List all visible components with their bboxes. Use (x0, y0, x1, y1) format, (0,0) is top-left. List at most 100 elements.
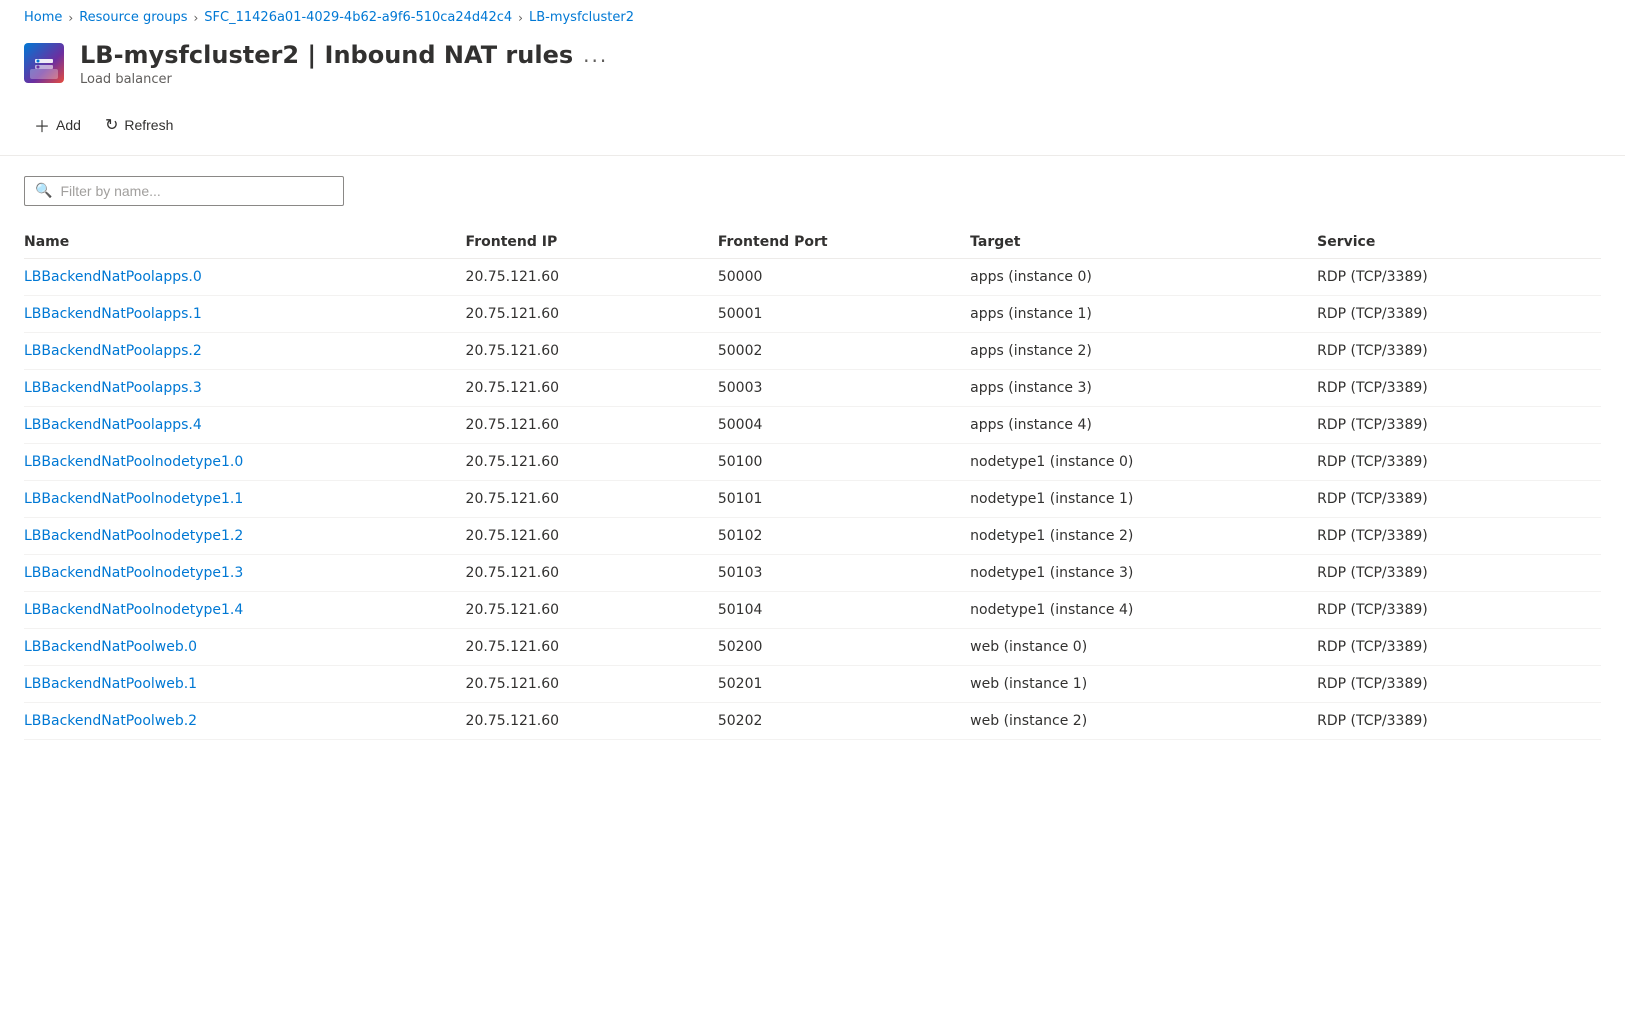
row-frontend-ip-cell: 20.75.121.60 (466, 332, 718, 369)
row-frontend-port-cell: 50003 (718, 369, 970, 406)
add-label: Add (56, 117, 81, 133)
row-service-cell: RDP (TCP/3389) (1317, 628, 1601, 665)
row-frontend-ip-cell: 20.75.121.60 (466, 480, 718, 517)
row-name-cell: LBBackendNatPoolnodetype1.4 (24, 591, 466, 628)
nat-rule-link[interactable]: LBBackendNatPoolnodetype1.1 (24, 491, 243, 507)
add-button[interactable]: ＋ Add (24, 107, 91, 143)
row-name-cell: LBBackendNatPoolnodetype1.0 (24, 443, 466, 480)
row-name-cell: LBBackendNatPoolweb.0 (24, 628, 466, 665)
table-row: LBBackendNatPoolapps.3 20.75.121.6050003a… (24, 369, 1601, 406)
row-frontend-port-cell: 50104 (718, 591, 970, 628)
refresh-icon: ↻ (105, 115, 118, 135)
row-target-cell: apps (instance 0) (970, 258, 1317, 295)
search-icon: 🔍 (35, 183, 52, 199)
nat-rule-link[interactable]: LBBackendNatPoolweb.2 (24, 713, 197, 729)
row-service-cell: RDP (TCP/3389) (1317, 443, 1601, 480)
row-service-cell: RDP (TCP/3389) (1317, 480, 1601, 517)
row-name-cell: LBBackendNatPoolapps.0 (24, 258, 466, 295)
table-row: LBBackendNatPoolapps.0 20.75.121.6050000a… (24, 258, 1601, 295)
table-row: LBBackendNatPoolweb.1 20.75.121.6050201we… (24, 665, 1601, 702)
table-row: LBBackendNatPoolweb.020.75.121.6050200we… (24, 628, 1601, 665)
row-name-cell: LBBackendNatPoolweb.1 (24, 665, 466, 702)
row-frontend-ip-cell: 20.75.121.60 (466, 554, 718, 591)
nat-rule-link[interactable]: LBBackendNatPoolapps.1 (24, 306, 202, 322)
row-target-cell: web (instance 2) (970, 702, 1317, 739)
row-target-cell: nodetype1 (instance 0) (970, 443, 1317, 480)
row-target-cell: apps (instance 4) (970, 406, 1317, 443)
refresh-button[interactable]: ↻ Refresh (95, 109, 183, 141)
content-area: 🔍 Name Frontend IP Frontend Port Target … (0, 156, 1625, 760)
table-row: LBBackendNatPoolnodetype1.3 20.75.121.605… (24, 554, 1601, 591)
row-target-cell: apps (instance 3) (970, 369, 1317, 406)
breadcrumb-lb[interactable]: LB-mysfcluster2 (529, 10, 634, 25)
row-service-cell: RDP (TCP/3389) (1317, 332, 1601, 369)
toolbar: ＋ Add ↻ Refresh (0, 103, 1625, 156)
row-frontend-port-cell: 50100 (718, 443, 970, 480)
row-name-cell: LBBackendNatPoolapps.1 (24, 295, 466, 332)
nat-rule-link[interactable]: LBBackendNatPoolweb.0 (24, 639, 197, 655)
row-name-cell: LBBackendNatPoolapps.4 (24, 406, 466, 443)
row-frontend-port-cell: 50201 (718, 665, 970, 702)
row-target-cell: nodetype1 (instance 2) (970, 517, 1317, 554)
breadcrumb-resource-groups[interactable]: Resource groups (79, 10, 187, 25)
more-options-icon[interactable]: ... (583, 43, 608, 67)
table-row: LBBackendNatPoolnodetype1.4 20.75.121.605… (24, 591, 1601, 628)
col-header-service: Service (1317, 226, 1601, 259)
row-service-cell: RDP (TCP/3389) (1317, 258, 1601, 295)
row-frontend-ip-cell: 20.75.121.60 (466, 443, 718, 480)
row-service-cell: RDP (TCP/3389) (1317, 406, 1601, 443)
row-frontend-port-cell: 50200 (718, 628, 970, 665)
nat-rule-link[interactable]: LBBackendNatPoolapps.3 (24, 380, 202, 396)
filter-box[interactable]: 🔍 (24, 176, 344, 206)
col-header-frontend-ip: Frontend IP (466, 226, 718, 259)
row-frontend-port-cell: 50004 (718, 406, 970, 443)
row-frontend-port-cell: 50101 (718, 480, 970, 517)
plus-icon: ＋ (34, 113, 50, 137)
table-row: LBBackendNatPoolnodetype1.220.75.121.605… (24, 517, 1601, 554)
nat-rule-link[interactable]: LBBackendNatPoolnodetype1.2 (24, 528, 243, 544)
row-name-cell: LBBackendNatPoolapps.3 (24, 369, 466, 406)
table-row: LBBackendNatPoolnodetype1.0 20.75.121.605… (24, 443, 1601, 480)
row-name-cell: LBBackendNatPoolnodetype1.1 (24, 480, 466, 517)
nat-rule-link[interactable]: LBBackendNatPoolapps.0 (24, 269, 202, 285)
table-row: LBBackendNatPoolnodetype1.1 20.75.121.605… (24, 480, 1601, 517)
nat-rule-link[interactable]: LBBackendNatPoolweb.1 (24, 676, 197, 692)
col-header-target: Target (970, 226, 1317, 259)
table-row: LBBackendNatPoolapps.220.75.121.6050002a… (24, 332, 1601, 369)
row-target-cell: nodetype1 (instance 4) (970, 591, 1317, 628)
breadcrumb-sfc[interactable]: SFC_11426a01-4029-4b62-a9f6-510ca24d42c4 (204, 10, 512, 25)
row-frontend-ip-cell: 20.75.121.60 (466, 369, 718, 406)
row-name-cell: LBBackendNatPoolweb.2 (24, 702, 466, 739)
page-header: LB-mysfcluster2 | Inbound NAT rules ... … (0, 33, 1625, 103)
row-target-cell: web (instance 0) (970, 628, 1317, 665)
nat-rule-link[interactable]: LBBackendNatPoolnodetype1.3 (24, 565, 243, 581)
breadcrumb-sep-1: › (68, 11, 73, 25)
nat-rules-table: Name Frontend IP Frontend Port Target Se… (24, 226, 1601, 740)
breadcrumb-home[interactable]: Home (24, 10, 62, 25)
row-frontend-port-cell: 50202 (718, 702, 970, 739)
row-target-cell: nodetype1 (instance 1) (970, 480, 1317, 517)
row-frontend-port-cell: 50103 (718, 554, 970, 591)
nat-rule-link[interactable]: LBBackendNatPoolnodetype1.0 (24, 454, 243, 470)
row-service-cell: RDP (TCP/3389) (1317, 554, 1601, 591)
row-frontend-port-cell: 50000 (718, 258, 970, 295)
row-target-cell: apps (instance 2) (970, 332, 1317, 369)
nat-rule-link[interactable]: LBBackendNatPoolapps.4 (24, 417, 202, 433)
col-header-frontend-port: Frontend Port (718, 226, 970, 259)
row-target-cell: apps (instance 1) (970, 295, 1317, 332)
page-title-text: LB-mysfcluster2 | Inbound NAT rules (80, 41, 573, 70)
row-frontend-ip-cell: 20.75.121.60 (466, 591, 718, 628)
row-frontend-ip-cell: 20.75.121.60 (466, 258, 718, 295)
filter-input[interactable] (60, 183, 333, 199)
row-frontend-ip-cell: 20.75.121.60 (466, 665, 718, 702)
nat-rule-link[interactable]: LBBackendNatPoolapps.2 (24, 343, 202, 359)
refresh-label: Refresh (124, 117, 173, 133)
page-title-group: LB-mysfcluster2 | Inbound NAT rules ... … (80, 41, 608, 87)
row-target-cell: web (instance 1) (970, 665, 1317, 702)
row-name-cell: LBBackendNatPoolnodetype1.3 (24, 554, 466, 591)
nat-rule-link[interactable]: LBBackendNatPoolnodetype1.4 (24, 602, 243, 618)
row-frontend-ip-cell: 20.75.121.60 (466, 517, 718, 554)
col-header-name: Name (24, 226, 466, 259)
breadcrumb: Home › Resource groups › SFC_11426a01-40… (0, 0, 1625, 33)
breadcrumb-sep-2: › (193, 11, 198, 25)
